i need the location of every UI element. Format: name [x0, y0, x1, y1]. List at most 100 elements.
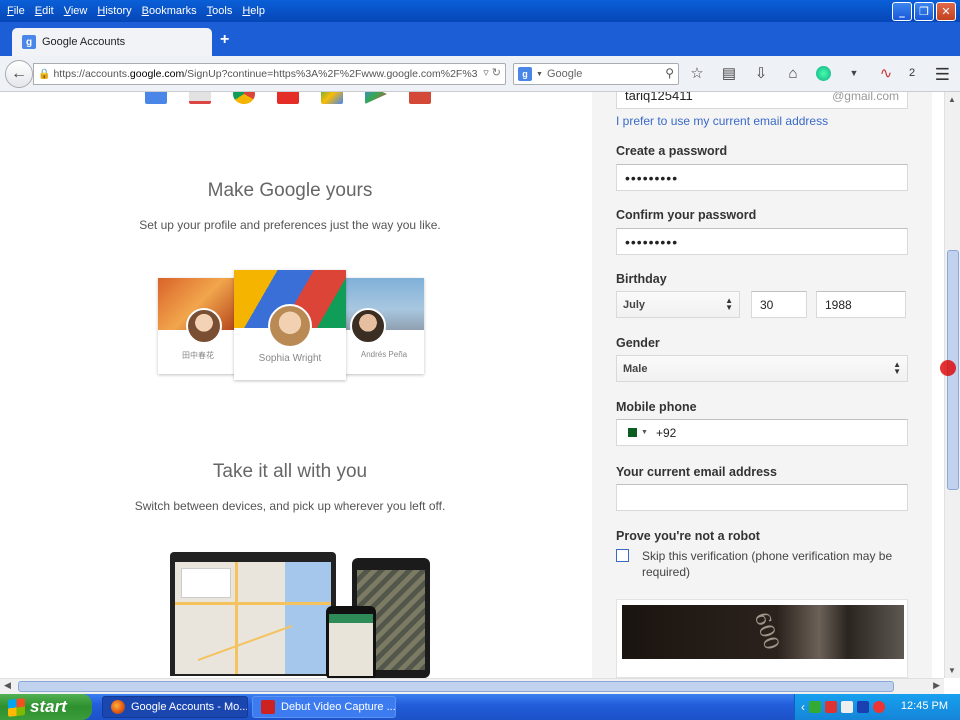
minimize-button[interactable]: _	[892, 2, 912, 21]
gender-select[interactable]: Male ▲ ▼	[616, 355, 908, 382]
profile-name-right: Andrés Peña	[360, 350, 408, 359]
menu-file[interactable]: File	[2, 5, 30, 17]
google-favicon-icon: g	[22, 35, 36, 49]
skip-verification-checkbox[interactable]	[616, 549, 629, 562]
clock[interactable]: 12:45 PM	[901, 700, 948, 712]
firefox-icon	[111, 700, 125, 714]
menu-hamburger-icon[interactable]: ☰	[935, 65, 950, 85]
current-email-field[interactable]	[616, 484, 908, 511]
menu-help[interactable]: Help	[237, 5, 270, 17]
back-arrow-icon: ←	[11, 65, 27, 82]
taskbar-item-debut[interactable]: Debut Video Capture ...	[252, 696, 396, 718]
antivirus-icon[interactable]	[873, 701, 885, 713]
scroll-up-icon[interactable]: ▲	[948, 95, 956, 104]
captcha-image: 600	[622, 605, 904, 659]
country-dropdown-icon[interactable]: ▼	[641, 429, 648, 436]
youtube-app-icon	[277, 92, 299, 104]
birthday-year-field[interactable]: 1988	[816, 291, 906, 318]
gender-value: Male	[623, 362, 648, 375]
profile-name-left: 田中春花	[182, 351, 214, 360]
phone-image	[326, 606, 376, 678]
search-bar[interactable]: g ▼ Google ⚲	[513, 63, 679, 85]
magnifier-icon[interactable]: ⚲	[665, 66, 674, 80]
addon-count-badge: 2	[909, 67, 916, 79]
search-engine-dropdown-icon[interactable]: ▼	[536, 71, 543, 78]
addon-globe-icon[interactable]	[816, 65, 831, 81]
close-button[interactable]: ✕	[936, 2, 956, 21]
mobile-phone-label: Mobile phone	[616, 400, 697, 414]
network-icon[interactable]	[809, 701, 821, 713]
password-field[interactable]: •••••••••	[616, 164, 908, 191]
birthday-month-value: July	[623, 298, 646, 311]
gmail-app-icon	[189, 92, 211, 104]
bookmarks-list-icon[interactable]: ▤	[720, 64, 738, 82]
tray-expand-icon[interactable]: ‹	[801, 700, 805, 714]
search-engine-icon[interactable]: g	[518, 67, 532, 81]
password-label: Create a password	[616, 144, 728, 158]
birthday-month-select[interactable]: July ▲ ▼	[616, 291, 740, 318]
mouse-cursor-highlight	[940, 360, 956, 376]
search-placeholder: Google	[546, 68, 583, 80]
addon-dropdown-icon[interactable]: ▼	[845, 68, 863, 78]
url-bar[interactable]: 🔒 https://accounts.google.com/SignUp?con…	[33, 63, 506, 85]
google-plus-red-app-icon	[409, 92, 431, 104]
birthday-day-field[interactable]: 30	[751, 291, 807, 318]
page-content: Make Google yours Set up your profile an…	[0, 92, 944, 678]
map-road-diagonal	[197, 624, 293, 662]
robot-label: Prove you're not a robot	[616, 529, 760, 543]
back-button[interactable]: ←	[5, 60, 33, 88]
downloads-icon[interactable]: ⇩	[752, 64, 770, 82]
windows-logo-icon	[8, 697, 25, 717]
recording-icon[interactable]	[825, 701, 837, 713]
taskbar-item-firefox[interactable]: Google Accounts - Mo...	[102, 696, 248, 718]
captcha-box: 600	[616, 599, 908, 678]
username-value: tariq125411	[625, 92, 693, 103]
device-icon[interactable]	[857, 701, 869, 713]
promo-column: Make Google yours Set up your profile an…	[0, 92, 592, 678]
profile-name-center: Sophia Wright	[258, 353, 322, 364]
take-it-with-you-subtitle: Switch between devices, and pick up wher…	[134, 499, 446, 513]
confirm-password-label: Confirm your password	[616, 208, 757, 222]
scroll-left-icon[interactable]: ◀	[4, 680, 11, 691]
select-arrows-icon: ▲ ▼	[725, 296, 733, 312]
skip-verification-text: Skip this verification (phone verificati…	[642, 549, 893, 579]
current-email-label: Your current email address	[616, 465, 777, 479]
map-screen	[175, 562, 331, 674]
url-path: /SignUp?continue=https%3A%2F%2Fwww.googl…	[184, 68, 478, 80]
menu-tools[interactable]: Tools	[202, 5, 238, 17]
pakistan-flag-icon[interactable]	[625, 428, 637, 437]
home-icon[interactable]: ⌂	[784, 65, 802, 82]
url-bar-actions: ▿ ↻	[479, 66, 501, 79]
prefer-current-email-link[interactable]: I prefer to use my current email address	[616, 114, 828, 128]
phone-screen	[329, 614, 373, 676]
map-water	[285, 562, 331, 674]
username-field[interactable]: tariq125411 @gmail.com	[616, 92, 908, 109]
tab-bar: g Google Accounts +	[0, 22, 960, 56]
avatar-center	[268, 304, 312, 348]
menu-edit[interactable]: Edit	[30, 5, 59, 17]
history-dropdown-icon[interactable]: ▿	[483, 67, 489, 79]
make-google-yours-subtitle: Set up your profile and preferences just…	[139, 218, 441, 232]
menu-view[interactable]: View	[59, 5, 93, 17]
start-button[interactable]: start	[0, 694, 92, 720]
scroll-down-icon[interactable]: ▼	[948, 666, 956, 675]
tab-google-accounts[interactable]: g Google Accounts	[12, 28, 212, 56]
menu-bookmarks[interactable]: Bookmarks	[137, 5, 202, 17]
menu-history[interactable]: History	[92, 5, 136, 17]
horizontal-scrollbar[interactable]: ◀ ▶	[0, 678, 944, 694]
taskbar-item-label: Debut Video Capture ...	[281, 701, 396, 713]
volume-icon[interactable]	[841, 701, 853, 713]
maximize-button[interactable]: ❐	[914, 2, 934, 21]
addon-graph-icon[interactable]: ∿	[877, 64, 895, 82]
bookmark-star-icon[interactable]: ☆	[688, 64, 706, 82]
mobile-phone-field[interactable]: ▼ +92	[616, 419, 908, 446]
firefox-window: File Edit View History Bookmarks Tools H…	[0, 0, 960, 720]
vertical-scrollbar[interactable]: ▲ ▼	[944, 92, 960, 678]
toolbar-icons: ☆ ▤ ⇩ ⌂ ▼ ∿ 2	[688, 64, 916, 83]
profile-cards-illustration: 田中春花 Andrés Peña Sophia Wright	[158, 270, 424, 380]
confirm-password-field[interactable]: •••••••••	[616, 228, 908, 255]
horizontal-scroll-thumb[interactable]	[18, 681, 894, 692]
scroll-right-icon[interactable]: ▶	[933, 680, 940, 691]
reload-icon[interactable]: ↻	[492, 67, 501, 79]
new-tab-button[interactable]: +	[220, 31, 229, 49]
